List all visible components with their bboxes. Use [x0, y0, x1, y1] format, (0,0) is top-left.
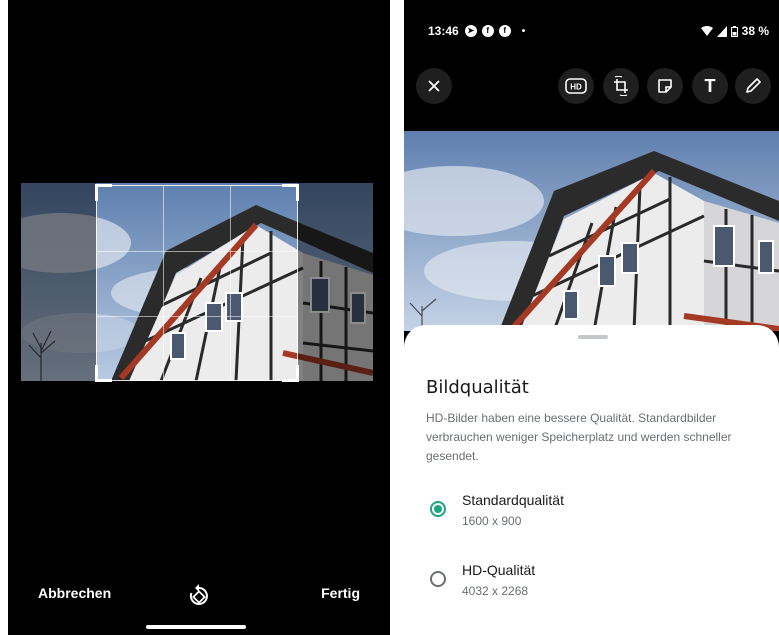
done-button[interactable]: Fertig — [321, 585, 360, 601]
crop-grid-line — [97, 251, 297, 252]
sheet-title: Bildqualität — [426, 377, 529, 398]
radio-unselected-icon[interactable] — [430, 571, 446, 587]
wifi-icon — [700, 25, 713, 36]
crop-mask-right — [298, 183, 373, 381]
close-icon — [428, 80, 440, 92]
sheet-drag-handle[interactable] — [578, 335, 608, 339]
option-label: Standardqualität — [462, 492, 564, 508]
crop-rotate-icon — [614, 76, 628, 96]
sheet-description: HD-Bilder haben eine bessere Qualität. S… — [426, 411, 732, 463]
radio-selected-icon[interactable] — [430, 501, 446, 517]
crop-grid-line — [97, 316, 297, 317]
hd-label: HD — [570, 83, 582, 92]
option-label: HD-Qualität — [462, 562, 536, 578]
crop-grid-line — [163, 186, 164, 380]
crop-screen: Abbrechen Fertig — [8, 0, 390, 635]
navigation-handle[interactable] — [146, 625, 246, 629]
option-hd-quality[interactable]: HD-Qualität 4032 x 2268 — [426, 562, 756, 606]
option-resolution: 1600 x 900 — [462, 514, 522, 528]
telegram-icon: ➤ — [464, 25, 477, 37]
battery-icon — [730, 25, 738, 37]
status-bar: 13:46 ➤ f f • 38 % — [428, 22, 769, 40]
close-button[interactable] — [416, 68, 452, 104]
crop-grid-line — [230, 186, 231, 380]
text-tool-label: T — [704, 75, 716, 96]
editor-screen: 13:46 ➤ f f • 38 % HD T Bildqualität HD-… — [404, 0, 779, 635]
crop-handle-bottom-right[interactable] — [282, 365, 299, 382]
crop-mask-left — [21, 183, 96, 381]
crop-rotate-button[interactable] — [603, 68, 639, 104]
facebook-icon: f — [498, 25, 511, 37]
status-time: 13:46 — [428, 24, 459, 38]
signal-icon — [716, 25, 727, 37]
sticker-icon — [658, 79, 672, 93]
draw-button[interactable] — [735, 68, 771, 104]
facebook-icon: f — [481, 25, 494, 37]
cancel-button[interactable]: Abbrechen — [38, 585, 111, 601]
hd-quality-button[interactable]: HD — [558, 68, 594, 104]
image-quality-sheet: Bildqualität HD-Bilder haben eine besser… — [404, 325, 779, 635]
text-tool-button[interactable]: T — [692, 68, 728, 104]
crop-frame[interactable] — [95, 184, 299, 382]
hd-icon: HD — [565, 78, 587, 94]
crop-handle-bottom-left[interactable] — [95, 365, 112, 382]
editor-image — [404, 131, 779, 331]
crop-handle-top-right[interactable] — [282, 184, 299, 201]
pencil-icon — [746, 78, 761, 93]
house-photo — [404, 131, 779, 331]
option-resolution: 4032 x 2268 — [462, 584, 529, 598]
sticker-button[interactable] — [647, 68, 683, 104]
rotate-icon[interactable] — [186, 583, 212, 609]
crop-handle-top-left[interactable] — [95, 184, 112, 201]
battery-percent: 38 % — [741, 24, 769, 38]
option-standard-quality[interactable]: Standardqualität 1600 x 900 — [426, 492, 756, 536]
notification-dot-icon: • — [521, 25, 526, 37]
